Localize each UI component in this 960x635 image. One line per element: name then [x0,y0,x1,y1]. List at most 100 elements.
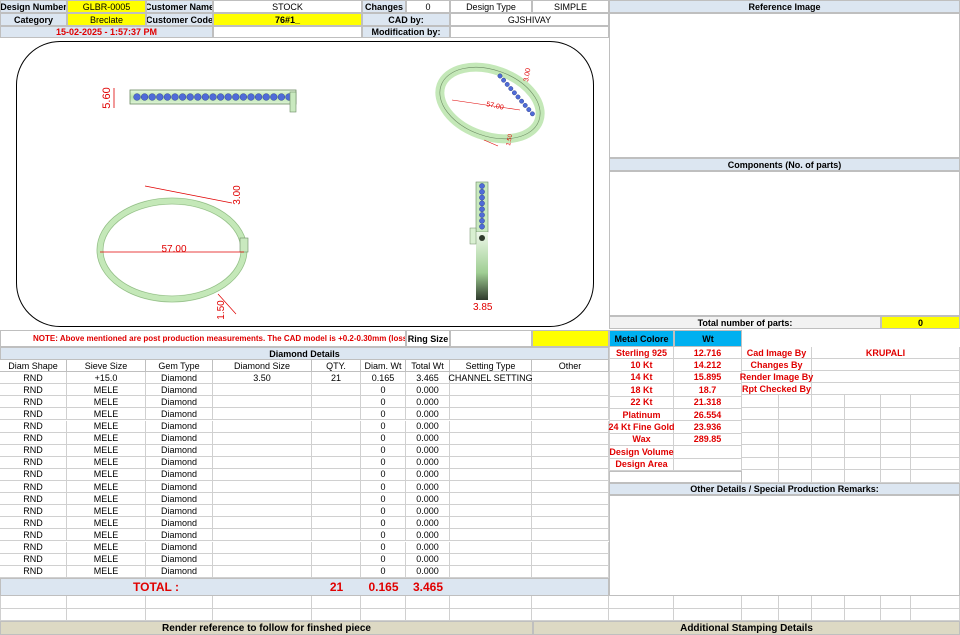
diamond-cell[interactable]: 0 [361,408,406,421]
metal-wt[interactable]: 23.936 [674,421,742,434]
diamond-cell[interactable] [213,541,312,554]
diamond-cell[interactable]: 0.000 [406,529,450,542]
blank-cell[interactable] [779,608,812,621]
approval-grid-cell[interactable] [779,457,812,470]
diamond-cell[interactable]: MELE [67,468,146,481]
metal-wt[interactable]: 21.318 [674,396,742,409]
diamond-cell[interactable]: 0 [361,396,406,409]
blank-cell[interactable] [146,608,213,621]
blank-cell[interactable] [0,608,67,621]
diamond-cell[interactable]: MELE [67,444,146,457]
diamond-cell[interactable]: MELE [67,493,146,506]
diamond-cell[interactable] [450,553,532,566]
other-details-area[interactable] [609,495,960,596]
diamond-cell[interactable]: 0.165 [361,372,406,385]
diamond-cell[interactable]: 0 [361,481,406,494]
diamond-cell[interactable] [532,517,609,530]
diamond-cell[interactable] [532,565,609,578]
diamond-cell[interactable]: MELE [67,541,146,554]
diamond-cell[interactable] [312,553,361,566]
diamond-cell[interactable] [312,408,361,421]
diamond-cell[interactable]: 0.000 [406,565,450,578]
diamond-cell[interactable]: Diamond [146,420,213,433]
diamond-cell[interactable] [213,481,312,494]
diamond-cell[interactable] [532,456,609,469]
diamond-cell[interactable]: Diamond [146,541,213,554]
diamond-cell[interactable]: 3.50 [213,372,312,385]
approval-grid-cell[interactable] [881,432,911,445]
diamond-cell[interactable] [450,517,532,530]
blank-cell[interactable] [312,596,361,609]
approval-grid-cell[interactable] [845,470,881,483]
cad-by-value[interactable]: GJSHIVAY [450,13,609,26]
blank-cell[interactable] [845,608,881,621]
approval-grid-cell[interactable] [779,395,812,408]
diamond-cell[interactable]: 0.000 [406,541,450,554]
diamond-cell[interactable] [213,456,312,469]
diamond-cell[interactable] [213,384,312,397]
diamond-cell[interactable] [450,420,532,433]
diamond-cell[interactable] [450,493,532,506]
diamond-cell[interactable] [450,432,532,445]
diamond-cell[interactable]: 0 [361,384,406,397]
blank-cell[interactable] [812,608,845,621]
approval-grid-cell[interactable] [779,420,812,433]
approval-grid-cell[interactable] [911,470,960,483]
diamond-cell[interactable]: RND [0,493,67,506]
modification-value[interactable] [450,26,609,38]
approval-grid-cell[interactable] [845,395,881,408]
diamond-cell[interactable]: Diamond [146,444,213,457]
approval-value[interactable] [812,383,960,395]
diamond-cell[interactable]: RND [0,432,67,445]
metal-wt[interactable]: 26.554 [674,409,742,422]
diamond-cell[interactable]: RND [0,565,67,578]
metal-wt[interactable]: 15.895 [674,371,742,385]
diamond-cell[interactable]: Diamond [146,517,213,530]
approval-grid-cell[interactable] [812,395,845,408]
approval-grid-cell[interactable] [881,445,911,458]
diamond-cell[interactable]: 0 [361,553,406,566]
diamond-cell[interactable]: RND [0,481,67,494]
approval-grid-cell[interactable] [779,445,812,458]
customer-code-value[interactable]: 76#1_ [213,13,362,26]
diamond-cell[interactable] [450,541,532,554]
blank-cell[interactable] [881,608,911,621]
diamond-cell[interactable]: 0 [361,493,406,506]
approval-grid-cell[interactable] [881,395,911,408]
diamond-cell[interactable]: MELE [67,481,146,494]
diamond-cell[interactable] [532,468,609,481]
diamond-cell[interactable]: Diamond [146,408,213,421]
diamond-cell[interactable] [213,553,312,566]
approval-grid-cell[interactable] [812,420,845,433]
diamond-cell[interactable]: MELE [67,529,146,542]
diamond-cell[interactable]: Diamond [146,529,213,542]
approval-value[interactable]: KRUPALI [812,347,960,359]
diamond-cell[interactable] [213,529,312,542]
diamond-cell[interactable]: 0.000 [406,396,450,409]
diamond-cell[interactable] [213,505,312,518]
diamond-cell[interactable] [532,541,609,554]
diamond-cell[interactable]: 3.465 [406,372,450,385]
blank-cell[interactable] [213,608,312,621]
diamond-cell[interactable] [532,420,609,433]
diamond-cell[interactable]: 0.000 [406,432,450,445]
diamond-cell[interactable] [213,493,312,506]
blank-cell[interactable] [361,596,406,609]
diamond-cell[interactable]: RND [0,384,67,397]
diamond-cell[interactable]: Diamond [146,505,213,518]
approval-grid-cell[interactable] [911,395,960,408]
diamond-cell[interactable] [450,444,532,457]
blank-cell[interactable] [779,596,812,609]
metal-wt[interactable] [674,458,742,471]
blank-cell[interactable] [213,596,312,609]
diamond-cell[interactable] [312,432,361,445]
diamond-cell[interactable]: RND [0,420,67,433]
diamond-cell[interactable]: Diamond [146,372,213,385]
diamond-cell[interactable]: RND [0,408,67,421]
diamond-cell[interactable]: Diamond [146,384,213,397]
blank-cell[interactable] [146,596,213,609]
diamond-cell[interactable]: MELE [67,408,146,421]
approval-grid-cell[interactable] [742,445,779,458]
approval-grid-cell[interactable] [911,407,960,420]
approval-grid-cell[interactable] [742,457,779,470]
